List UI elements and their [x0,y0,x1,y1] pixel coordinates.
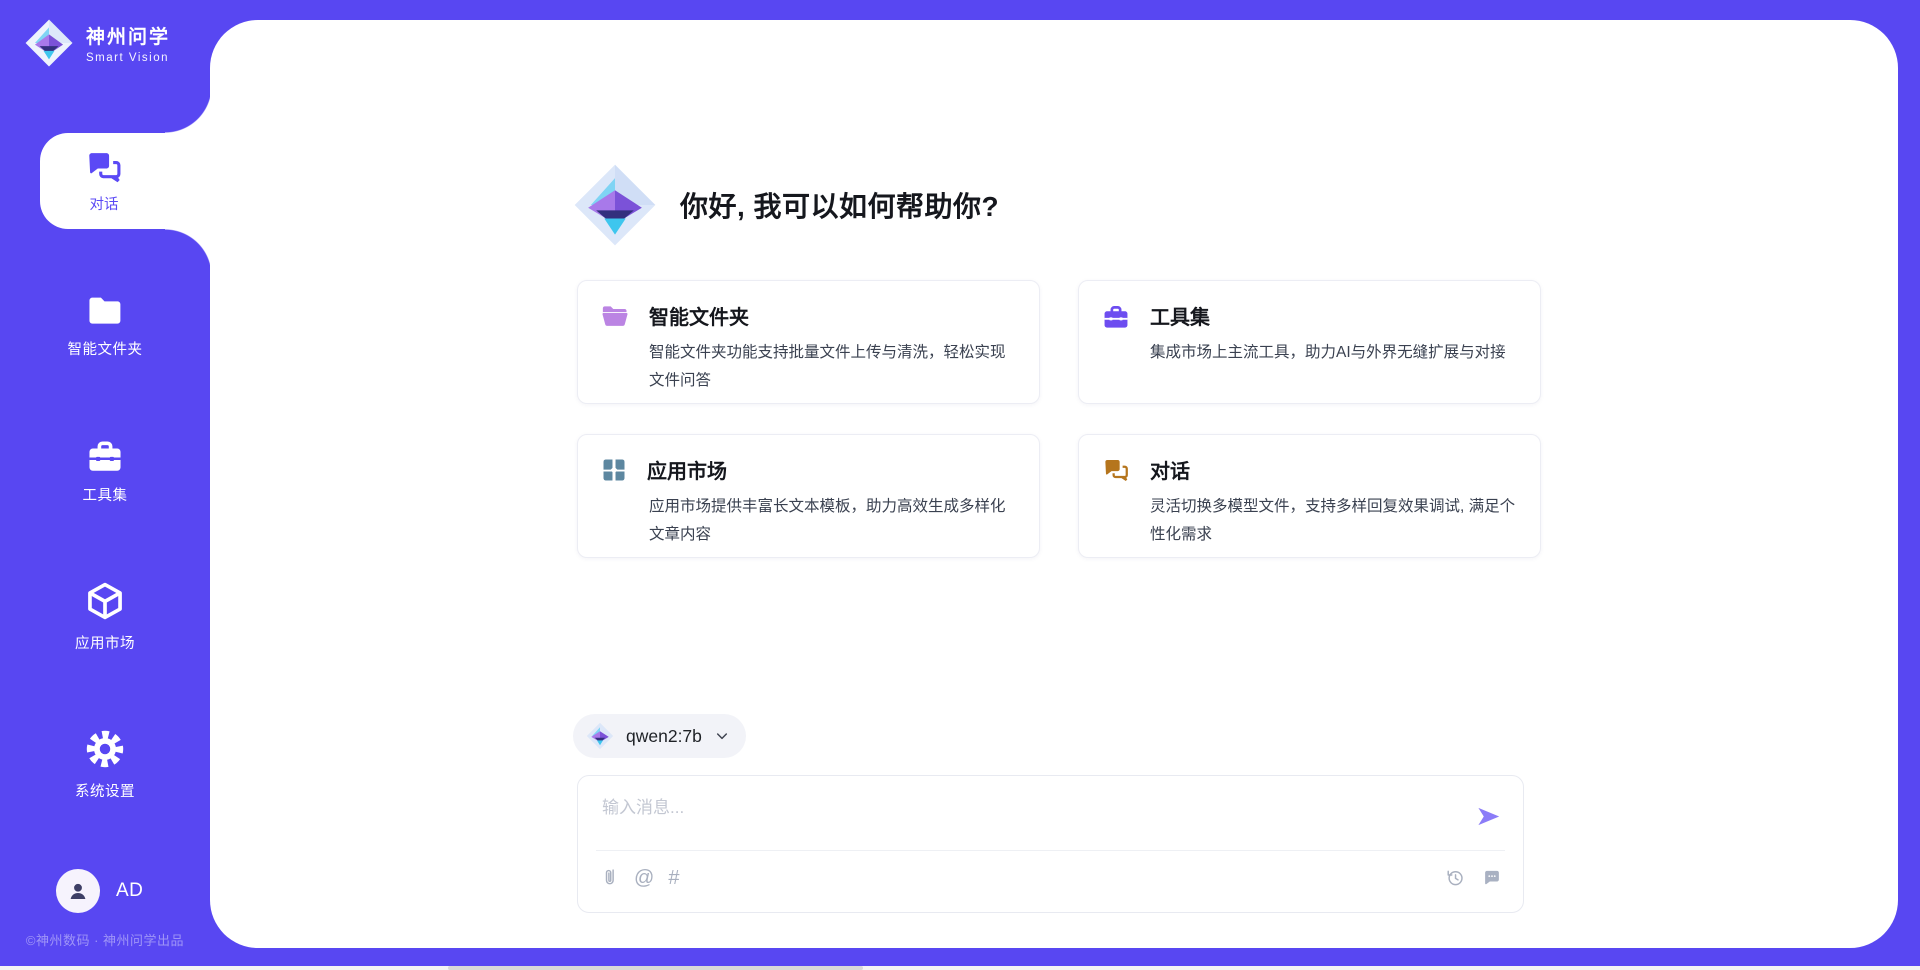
chat-icon [83,149,125,185]
history-button[interactable] [1444,867,1466,889]
chat-icon [1101,457,1131,483]
sidebar-item-label: 应用市场 [75,632,135,653]
horizontal-scrollbar[interactable] [0,966,1920,970]
topic-button[interactable]: # [668,868,679,888]
avatar [56,869,100,913]
user-name: AD [116,880,143,902]
send-icon [1475,803,1502,830]
chevron-down-icon [714,728,730,744]
greeting-title: 你好, 我可以如何帮助你? [680,185,999,225]
tab-curve-top [165,86,212,133]
cube-icon [84,580,126,622]
sidebar-item-label: 智能文件夹 [68,338,143,359]
card-description: 灵活切换多模型文件，支持多样回复效果调试, 满足个性化需求 [1150,493,1518,549]
card-toolset[interactable]: 工具集 集成市场上主流工具，助力AI与外界无缝扩展与对接 [1078,280,1541,404]
card-description: 智能文件夹功能支持批量文件上传与清洗，轻松实现文件问答 [649,339,1017,395]
sidebar-item-label: 工具集 [83,484,128,505]
greeting: 你好, 我可以如何帮助你? [572,162,999,248]
feature-cards: 智能文件夹 智能文件夹功能支持批量文件上传与清洗，轻松实现文件问答 工具集 集成… [577,280,1541,558]
toolbox-icon [85,436,125,474]
card-app-market[interactable]: 应用市场 应用市场提供丰富长文本模板，助力高效生成多样化文章内容 [577,434,1040,558]
message-input[interactable] [602,793,1442,835]
message-composer: @ # [577,775,1524,913]
toolbox-icon [1101,302,1131,330]
brand-logo-icon [24,18,74,68]
send-button[interactable] [1475,803,1502,830]
sidebar-item-label: 对话 [90,193,119,214]
feedback-button[interactable] [1481,867,1503,889]
copyright: ©神州数码 · 神州问学出品 [0,930,210,949]
card-chat[interactable]: 对话 灵活切换多模型文件，支持多样回复效果调试, 满足个性化需求 [1078,434,1541,558]
sidebar-item-smart-folder[interactable]: 智能文件夹 [0,292,210,359]
greeting-logo-icon [572,162,658,248]
sidebar-item-chat[interactable]: 对话 [40,133,212,229]
composer-divider [596,850,1505,851]
card-title: 应用市场 [647,455,727,484]
toolbar-right [1444,867,1503,889]
mention-icon: @ [634,868,654,888]
scrollbar-thumb[interactable] [448,966,863,970]
paperclip-icon [600,867,620,889]
brand: 神州问学 Smart Vision [24,18,170,68]
history-icon [1444,867,1466,889]
brand-subtitle: Smart Vision [86,52,170,64]
sidebar-item-toolset[interactable]: 工具集 [0,436,210,505]
person-icon [65,878,91,904]
brand-name: 神州问学 [86,22,170,49]
sidebar-item-app-market[interactable]: 应用市场 [0,580,210,653]
card-title: 对话 [1150,455,1190,484]
mention-button[interactable]: @ [634,868,654,888]
composer-toolbar: @ # [600,860,1503,896]
tab-curve-bottom [165,229,212,276]
main-panel: 你好, 我可以如何帮助你? 智能文件夹 智能文件夹功能支持批量文件上传与清洗，轻… [210,20,1898,948]
gear-icon [84,728,126,770]
blocks-icon [600,456,628,484]
folder-open-icon [600,303,630,329]
model-logo-icon [586,722,614,750]
card-title: 工具集 [1150,301,1210,330]
attach-button[interactable] [600,867,620,889]
model-name: qwen2:7b [626,726,702,747]
card-title: 智能文件夹 [649,301,749,330]
comment-icon [1481,867,1503,889]
card-description: 应用市场提供丰富长文本模板，助力高效生成多样化文章内容 [649,493,1017,549]
card-smart-folder[interactable]: 智能文件夹 智能文件夹功能支持批量文件上传与清洗，轻松实现文件问答 [577,280,1040,404]
user-account[interactable]: AD [56,869,143,913]
sidebar-item-settings[interactable]: 系统设置 [0,728,210,801]
hash-icon: # [668,868,679,888]
folder-icon [85,292,125,328]
model-selector[interactable]: qwen2:7b [573,714,746,758]
sidebar-item-label: 系统设置 [75,780,135,801]
card-description: 集成市场上主流工具，助力AI与外界无缝扩展与对接 [1150,339,1518,367]
sidebar: 神州问学 Smart Vision 对话 智能文件夹 工具集 [0,0,210,970]
